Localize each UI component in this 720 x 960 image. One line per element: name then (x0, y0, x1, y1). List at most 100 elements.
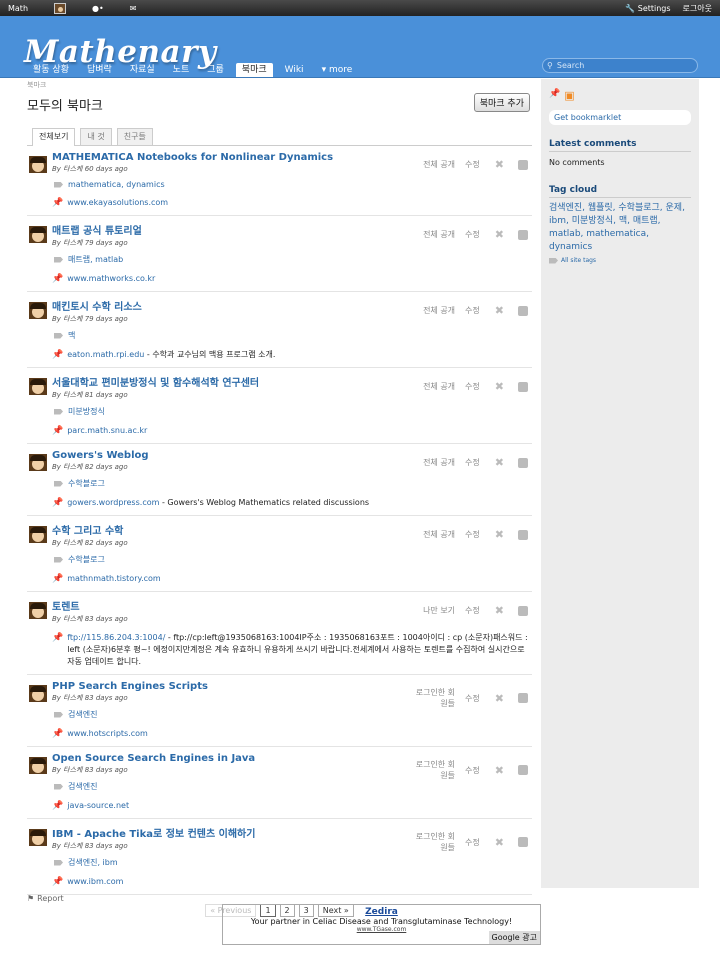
delete-icon[interactable]: ✖ (495, 158, 504, 171)
entry-tag-links[interactable]: 수학블로그 (68, 478, 105, 489)
entry-tag-links[interactable]: 매트랩, matlab (68, 254, 123, 265)
thumbs-up-icon[interactable] (518, 381, 528, 392)
tab-notes[interactable]: 노트 (167, 63, 196, 77)
bookmark-entry: 매킨토시 수학 리소스 By 타스케 79 days ago 맥 📌 eaton… (27, 292, 532, 368)
settings-link[interactable]: 🔧 Settings (625, 4, 670, 13)
edit-link[interactable]: 수정 (465, 765, 480, 776)
entry-actions: 전체 공개 수정 ✖ (411, 228, 528, 241)
entry-tags: 수학블로그 (54, 478, 532, 489)
entry-tag-links[interactable]: 검색엔진 (68, 709, 97, 720)
google-ads-label[interactable]: Google 광고 (488, 931, 540, 944)
tab-files[interactable]: 자료실 (124, 63, 161, 77)
tag-icon (54, 408, 63, 415)
bookmark-entry: 서울대학교 편미분방정식 및 함수해석학 연구센터 By 타스케 81 days… (27, 368, 532, 444)
entry-tags: 매트랩, matlab (54, 254, 532, 265)
avatar[interactable] (29, 685, 47, 702)
mail-icon[interactable]: ✉ (130, 4, 137, 13)
delete-icon[interactable]: ✖ (495, 528, 504, 541)
delete-icon[interactable]: ✖ (495, 228, 504, 241)
bookmark-entry: PHP Search Engines Scripts By 타스케 83 day… (27, 675, 532, 747)
entry-tag-links[interactable]: mathematica, dynamics (68, 180, 165, 189)
thumbs-up-icon[interactable] (518, 605, 528, 616)
profile-avatar[interactable] (54, 2, 67, 14)
edit-link[interactable]: 수정 (465, 229, 480, 240)
entry-url[interactable]: www.ekayasolutions.com (67, 198, 168, 207)
report-link[interactable]: ⚑ Report (27, 894, 64, 903)
rss-icon[interactable]: ▣ (564, 89, 574, 102)
entry-url[interactable]: www.mathworks.co.kr (67, 274, 155, 283)
tab-wall[interactable]: 답벼락 (81, 63, 118, 77)
pin-icon: 📌 (52, 729, 64, 739)
add-bookmark-button[interactable]: 북마크 추가 (473, 93, 530, 112)
get-bookmarklet-link[interactable]: Get bookmarklet (549, 110, 691, 125)
entry-tag-links[interactable]: 검색엔진 (68, 781, 97, 792)
edit-link[interactable]: 수정 (465, 159, 480, 170)
avatar[interactable] (29, 302, 47, 319)
thumbs-up-icon[interactable] (518, 159, 528, 170)
entry-tag-links[interactable]: 수학블로그 (68, 554, 105, 565)
thumbs-up-icon[interactable] (518, 765, 528, 775)
avatar[interactable] (29, 526, 47, 543)
entry-tag-links[interactable]: 검색엔진, ibm (68, 857, 118, 868)
entry-tag-links[interactable]: 맥 (68, 330, 75, 341)
avatar[interactable] (29, 757, 47, 774)
app-menu[interactable]: Math (8, 4, 28, 13)
avatar[interactable] (29, 156, 47, 173)
delete-icon[interactable]: ✖ (495, 692, 504, 705)
thumbs-up-icon[interactable] (518, 229, 528, 240)
thumbs-up-icon[interactable] (518, 693, 528, 703)
entry-url[interactable]: java-source.net (67, 801, 129, 810)
avatar[interactable] (29, 829, 47, 846)
visibility-label: 전체 공개 (423, 530, 456, 539)
thumbs-up-icon[interactable] (518, 457, 528, 468)
entry-tag-links[interactable]: 미분방정식 (68, 406, 105, 417)
edit-link[interactable]: 수정 (465, 305, 480, 316)
edit-link[interactable]: 수정 (465, 605, 480, 616)
thumbs-up-icon[interactable] (518, 305, 528, 316)
delete-icon[interactable]: ✖ (495, 456, 504, 469)
delete-icon[interactable]: ✖ (495, 604, 504, 617)
tab-all[interactable]: 전체보기 (32, 128, 76, 146)
tab-mine[interactable]: 내 것 (80, 128, 112, 145)
tab-activity[interactable]: 활동 상황 (27, 63, 75, 77)
bookmarklet-pin-icon[interactable]: 📌 (549, 89, 560, 102)
breadcrumb[interactable]: 북마크 (27, 80, 532, 90)
tag-cloud[interactable]: 검색엔진, 웹플릿, 수학블로그, 운제, ibm, 미분방정식, 맥, 매트랩… (549, 202, 691, 254)
delete-icon[interactable]: ✖ (495, 304, 504, 317)
ad-title[interactable]: Zedira (223, 907, 540, 917)
friends-icon[interactable]: ●• (92, 4, 104, 13)
avatar[interactable] (29, 454, 47, 471)
tab-wiki[interactable]: Wiki (279, 63, 310, 77)
avatar[interactable] (29, 226, 47, 243)
logout-link[interactable]: 로그아웃 (683, 3, 712, 14)
tab-groups[interactable]: 그룹 (201, 63, 230, 77)
tab-friends[interactable]: 친구들 (116, 128, 153, 145)
entry-url[interactable]: eaton.math.rpi.edu (67, 350, 144, 359)
avatar[interactable] (29, 378, 47, 395)
edit-link[interactable]: 수정 (465, 529, 480, 540)
delete-icon[interactable]: ✖ (495, 836, 504, 849)
all-site-tags-link[interactable]: All site tags (561, 257, 596, 264)
tab-more[interactable]: ▾ more (316, 63, 359, 77)
entry-url[interactable]: gowers.wordpress.com (67, 498, 159, 507)
search-input[interactable]: ⚲ Search (542, 58, 698, 73)
delete-icon[interactable]: ✖ (495, 764, 504, 777)
thumbs-up-icon[interactable] (518, 529, 528, 540)
entry-url[interactable]: ftp://115.86.204.3:1004/ (67, 633, 165, 642)
tag-icon (54, 181, 63, 188)
avatar[interactable] (29, 602, 47, 619)
thumbs-up-icon[interactable] (518, 837, 528, 847)
edit-link[interactable]: 수정 (465, 837, 480, 848)
entry-url[interactable]: www.hotscripts.com (67, 729, 148, 738)
search-placeholder: Search (556, 61, 585, 70)
entry-url[interactable]: parc.math.snu.ac.kr (67, 426, 147, 435)
entry-link-row: 📌 www.hotscripts.com (52, 728, 532, 740)
edit-link[interactable]: 수정 (465, 693, 480, 704)
delete-icon[interactable]: ✖ (495, 380, 504, 393)
entry-url[interactable]: www.ibm.com (67, 877, 123, 886)
edit-link[interactable]: 수정 (465, 381, 480, 392)
edit-link[interactable]: 수정 (465, 457, 480, 468)
tab-bookmarks[interactable]: 북마크 (235, 63, 273, 77)
entry-url[interactable]: mathnmath.tistory.com (67, 574, 161, 583)
ad-banner[interactable]: Zedira Your partner in Celiac Disease an… (222, 904, 541, 945)
